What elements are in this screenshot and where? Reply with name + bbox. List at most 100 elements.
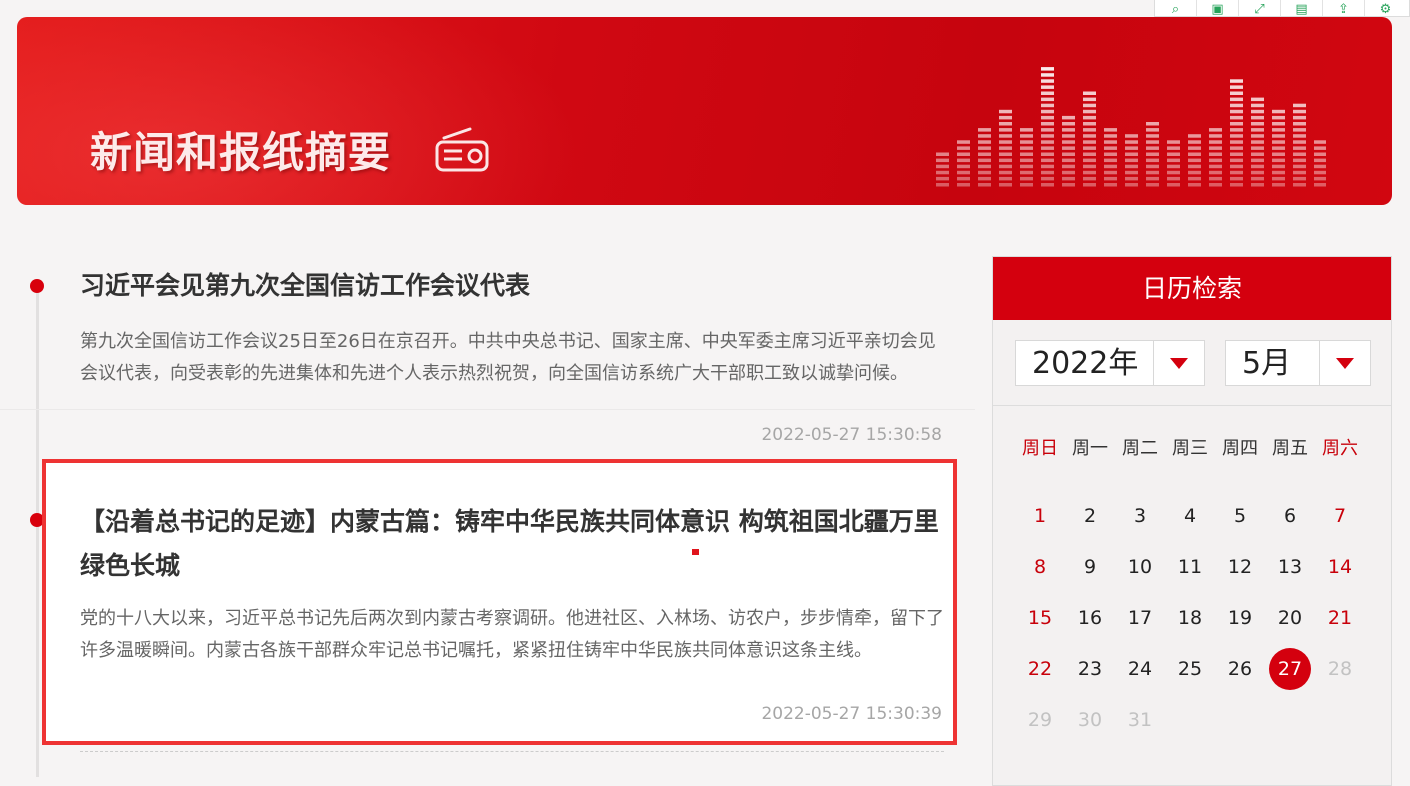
calendar-day[interactable]: 26 [1215, 644, 1265, 695]
equalizer-bar [1083, 97, 1096, 102]
equalizer-bar [1209, 134, 1222, 138]
equalizer-bar [1230, 183, 1243, 187]
weekday-label: 周六 [1322, 438, 1358, 459]
calendar-day[interactable]: 17 [1115, 593, 1165, 644]
equalizer-bar [1272, 122, 1285, 126]
save-icon[interactable]: ▤ [1281, 0, 1323, 16]
gear-icon[interactable]: ⚙ [1365, 0, 1406, 16]
equalizer-bar [1272, 146, 1285, 150]
equalizer-bar [999, 109, 1012, 114]
equalizer-bar [1146, 140, 1159, 144]
equalizer-bar [1167, 164, 1180, 169]
calendar-day[interactable]: 1 [1015, 491, 1065, 542]
year-select[interactable]: 2022年 [1015, 340, 1205, 386]
calendar-day[interactable]: 2 [1065, 491, 1115, 542]
calendar-panel: 日历检索 2022年 5月 周日 周一 周二 周三 周四 周五 周六 1 2 3 4 5 6 7 8 9 10… [992, 256, 1392, 786]
equalizer-bar [1188, 170, 1201, 175]
calendar-day[interactable]: 12 [1215, 542, 1265, 593]
share-icon[interactable]: ⇪ [1323, 0, 1365, 16]
equalizer-bar [957, 164, 970, 169]
calendar-day[interactable]: 23 [1065, 644, 1115, 695]
calendar-day[interactable]: 24 [1115, 644, 1165, 695]
equalizer-bar [1041, 170, 1054, 175]
equalizer-bar [1083, 158, 1096, 163]
timeline-line [36, 287, 39, 777]
calendar-day[interactable]: 4 [1165, 491, 1215, 542]
calendar-day[interactable]: 5 [1215, 491, 1265, 542]
calendar-day[interactable]: 9 [1065, 542, 1115, 593]
equalizer-bar [1125, 146, 1138, 150]
calendar-day[interactable]: 3 [1115, 491, 1165, 542]
calendar-day[interactable]: 21 [1315, 593, 1365, 644]
search-icon[interactable]: ⌕ [1155, 0, 1197, 16]
equalizer-bar [1083, 91, 1096, 95]
article-summary: 第九次全国信访工作会议25日至26日在京召开。中共中央总书记、国家主席、中央军委… [80, 331, 936, 384]
equalizer-bar [1251, 97, 1264, 102]
equalizer-bar [999, 158, 1012, 163]
calendar-day[interactable]: 13 [1265, 542, 1315, 593]
expand-icon[interactable]: ⤢ [1239, 0, 1281, 16]
equalizer-bar [1230, 170, 1243, 175]
equalizer-bar [1020, 164, 1033, 169]
month-select[interactable]: 5月 [1225, 340, 1371, 386]
equalizer-bar [1230, 140, 1243, 144]
equalizer-bar [999, 170, 1012, 175]
calendar-day[interactable]: 18 [1165, 593, 1215, 644]
calendar-day[interactable]: 19 [1215, 593, 1265, 644]
equalizer-bar [1104, 170, 1117, 175]
equalizer-bar [1167, 183, 1180, 187]
equalizer-bar [957, 140, 970, 144]
equalizer-bar [1314, 152, 1326, 156]
equalizer-bar [1062, 164, 1075, 169]
equalizer-bar [1251, 183, 1264, 187]
equalizer-bar [1251, 176, 1264, 181]
equalizer-bar [1020, 158, 1033, 163]
calendar-day[interactable]: 7 [1315, 491, 1365, 542]
equalizer-bar [1188, 176, 1201, 181]
equalizer-bar [1125, 183, 1138, 187]
equalizer-bar [999, 183, 1012, 187]
calendar-day[interactable]: 25 [1165, 644, 1215, 695]
calendar-day: 31 [1127, 709, 1153, 731]
calendar-day[interactable]: 14 [1315, 542, 1365, 593]
equalizer-bar [1104, 176, 1117, 181]
article-title[interactable]: 【沿着总书记的足迹】内蒙古篇：铸牢中华民族共同体意识 构筑祖国北疆万里绿色长城 [80, 500, 944, 588]
equalizer-bar [1293, 115, 1306, 120]
calendar-day[interactable]: 16 [1065, 593, 1115, 644]
equalizer-bar [1251, 122, 1264, 126]
equalizer-bar [1041, 134, 1054, 138]
calendar-day-today[interactable]: 27 [1265, 644, 1315, 695]
equalizer-bar [1230, 97, 1243, 102]
equalizer-bar [1230, 103, 1243, 108]
calendar-day[interactable]: 22 [1015, 644, 1065, 695]
calendar-day[interactable]: 20 [1265, 593, 1315, 644]
equalizer-bar [1293, 146, 1306, 150]
calendar-day[interactable]: 10 [1115, 542, 1165, 593]
equalizer-bar [1188, 134, 1201, 138]
calendar-day[interactable]: 15 [1015, 593, 1065, 644]
equalizer-bar [978, 134, 991, 138]
caret-down-icon[interactable] [1319, 341, 1370, 385]
equalizer-bar [1083, 170, 1096, 175]
copy-icon[interactable]: ▣ [1197, 0, 1239, 16]
calendar-day[interactable]: 8 [1015, 542, 1065, 593]
equalizer-bar [1146, 152, 1159, 156]
equalizer-bar [1146, 128, 1159, 132]
equalizer-bar [957, 170, 970, 175]
equalizer-bar [1146, 183, 1159, 187]
equalizer-bar [1251, 115, 1264, 120]
equalizer-bar [1272, 152, 1285, 156]
equalizer-bar [1020, 170, 1033, 175]
article-item: 【沿着总书记的足迹】内蒙古篇：铸牢中华民族共同体意识 构筑祖国北疆万里绿色长城 … [80, 500, 944, 740]
caret-down-icon[interactable] [1153, 341, 1204, 385]
equalizer-bar [1230, 176, 1243, 181]
calendar-day[interactable]: 11 [1165, 542, 1215, 593]
equalizer-bar [1230, 122, 1243, 126]
equalizer-bar [1146, 146, 1159, 150]
calendar-day[interactable]: 6 [1265, 491, 1315, 542]
article-title[interactable]: 习近平会见第九次全国信访工作会议代表 [80, 264, 944, 308]
equalizer-bar [957, 146, 970, 150]
equalizer-bar [1146, 176, 1159, 181]
equalizer-bar [1209, 176, 1222, 181]
equalizer-bar [1041, 176, 1054, 181]
